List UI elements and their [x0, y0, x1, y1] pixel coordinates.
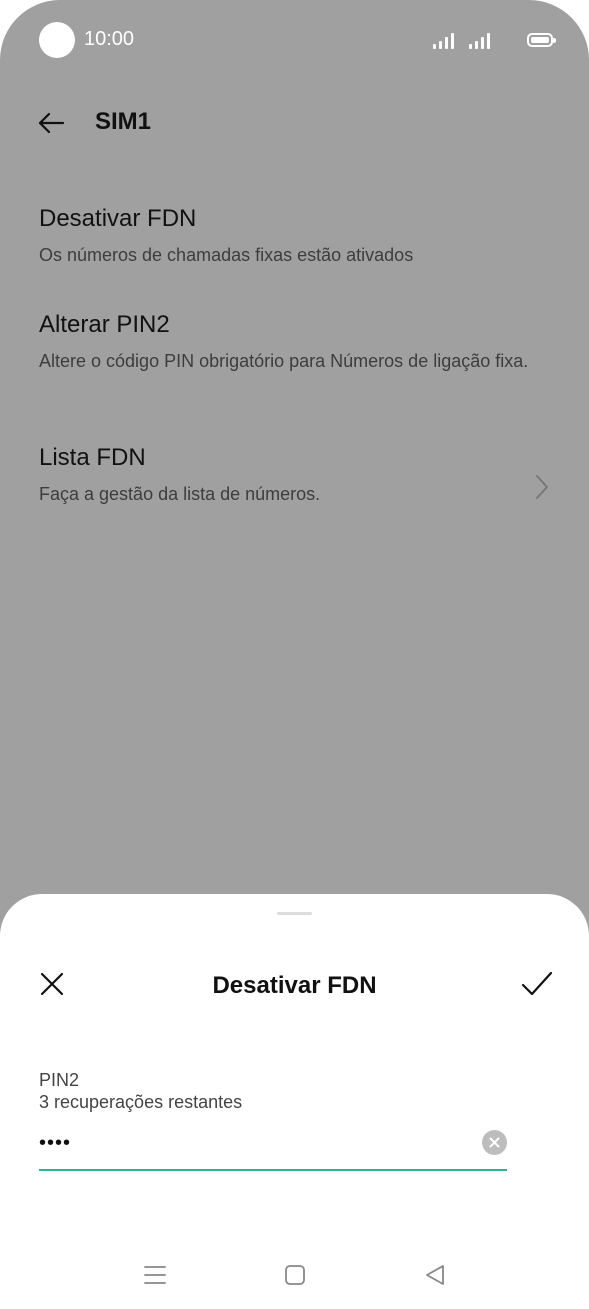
confirm-check-icon[interactable]	[520, 970, 554, 998]
setting-title: Lista FDN	[39, 444, 146, 471]
pin2-attempts-hint: 3 recuperações restantes	[39, 1092, 243, 1112]
setting-title: Desativar FDN	[39, 205, 197, 232]
setting-summary: Faça a gestão da lista de números.	[39, 484, 321, 504]
dialog-title: Desativar FDN	[212, 972, 377, 999]
home-icon[interactable]	[282, 1262, 308, 1288]
pin2-field-label: PIN2	[39, 1070, 80, 1090]
input-underline	[39, 1169, 507, 1171]
clear-input-icon[interactable]	[482, 1130, 507, 1155]
setting-title: Alterar PIN2	[39, 311, 170, 338]
menu-icon[interactable]	[142, 1262, 168, 1288]
signal-icon	[433, 33, 461, 49]
chevron-right-icon	[536, 475, 548, 499]
status-icons	[433, 29, 556, 53]
status-time: 10:00	[84, 28, 135, 50]
setting-desativar-fdn[interactable]: Desativar FDN Os números de chamadas fix…	[39, 204, 549, 268]
back-icon[interactable]	[422, 1262, 448, 1288]
setting-summary: Os números de chamadas fixas estão ativa…	[39, 245, 414, 265]
navigation-bar	[0, 1240, 589, 1309]
drag-handle[interactable]	[277, 912, 312, 915]
pin2-input[interactable]	[39, 1128, 479, 1158]
setting-lista-fdn[interactable]: Lista FDN Faça a gestão da lista de núme…	[39, 443, 549, 507]
screen: 10:00 SIM1 Desativar FDN Os números de c…	[0, 0, 589, 1309]
signal-icon	[469, 33, 497, 49]
status-bar: 10:00	[0, 0, 589, 80]
setting-summary: Altere o código PIN obrigatório para Núm…	[39, 351, 529, 371]
page-title: SIM1	[95, 108, 152, 135]
battery-icon	[527, 33, 556, 47]
camera-dot	[39, 22, 75, 58]
setting-alterar-pin2[interactable]: Alterar PIN2 Altere o código PIN obrigat…	[39, 310, 549, 374]
back-arrow-icon[interactable]	[36, 108, 66, 138]
app-header: SIM1	[0, 90, 589, 154]
